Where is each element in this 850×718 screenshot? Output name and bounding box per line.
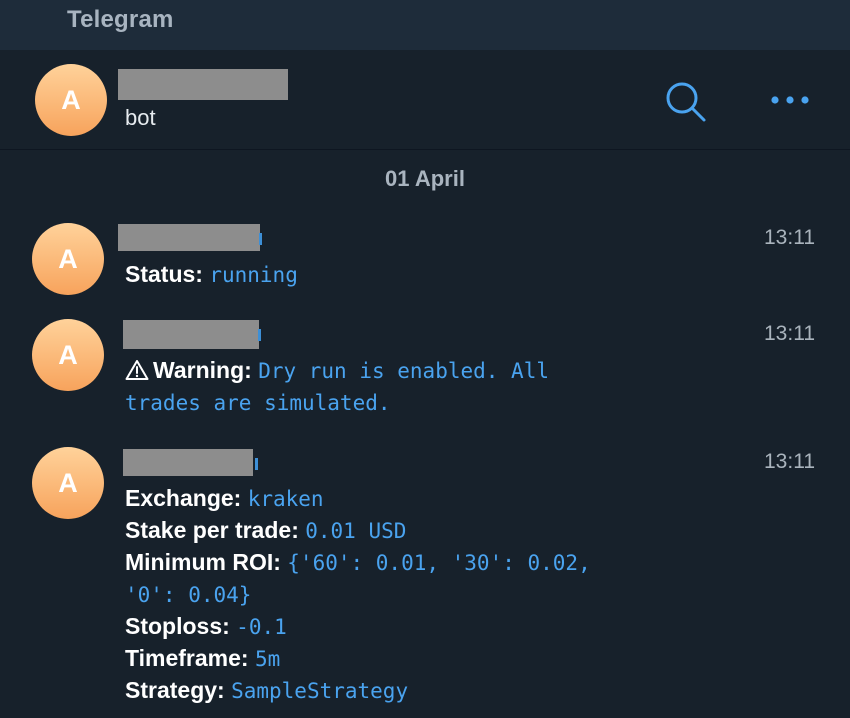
sender-name-tail xyxy=(255,458,258,470)
field-value: trades are simulated. xyxy=(125,391,391,415)
message-line: Warning: Dry run is enabled. All xyxy=(125,357,549,387)
field-label: Exchange: xyxy=(125,485,242,511)
sender-name-redacted[interactable] xyxy=(123,449,253,476)
chat-name-redacted[interactable] xyxy=(118,69,288,100)
field-value: SampleStrategy xyxy=(231,679,409,703)
field-label: Stake per trade: xyxy=(125,517,299,543)
window-titlebar: Telegram xyxy=(0,0,850,50)
app-title: Telegram xyxy=(67,6,174,33)
message-line: '0': 0.04} xyxy=(125,581,251,608)
field-label: Timeframe: xyxy=(125,645,249,671)
warning-icon xyxy=(125,359,149,387)
message-avatar-letter: A xyxy=(58,243,78,274)
field-value: -0.1 xyxy=(236,615,287,639)
message-time: 13:11 xyxy=(764,226,815,249)
field-value: kraken xyxy=(247,487,324,511)
message-line: Strategy: SampleStrategy xyxy=(125,677,408,704)
field-value: running xyxy=(209,263,298,287)
field-value: 5m xyxy=(254,647,281,671)
field-value: Dry run is enabled. All xyxy=(258,359,549,383)
message-line: Stake per trade: 0.01 USD xyxy=(125,517,406,544)
message-line: trades are simulated. xyxy=(125,389,391,416)
field-value: '0': 0.04} xyxy=(125,583,252,607)
sender-name-redacted[interactable] xyxy=(118,224,260,251)
message-time: 13:11 xyxy=(764,450,815,473)
chat-avatar[interactable]: A xyxy=(35,64,107,136)
chat-avatar-letter: A xyxy=(61,84,81,115)
message-line: Minimum ROI: {'60': 0.01, '30': 0.02, xyxy=(125,549,591,576)
message-line: Stoploss: -0.1 xyxy=(125,613,287,640)
field-label: Status: xyxy=(125,261,203,287)
field-label: Warning: xyxy=(153,357,252,383)
message-time: 13:11 xyxy=(764,322,815,345)
chat-header xyxy=(0,50,850,150)
field-label: Stoploss: xyxy=(125,613,230,639)
sender-name-tail xyxy=(258,329,261,341)
sender-name-redacted[interactable] xyxy=(123,320,259,349)
field-label: Strategy: xyxy=(125,677,225,703)
message-avatar[interactable]: A xyxy=(32,447,104,519)
message-avatar[interactable]: A xyxy=(32,319,104,391)
message-line: Status: running xyxy=(125,261,298,288)
field-value: {'60': 0.01, '30': 0.02, xyxy=(287,551,591,575)
message-avatar-letter: A xyxy=(58,339,78,370)
message-line: Exchange: kraken xyxy=(125,485,324,512)
message-avatar-letter: A xyxy=(58,467,78,498)
search-icon[interactable] xyxy=(662,79,708,125)
field-label: Minimum ROI: xyxy=(125,549,281,575)
field-value: 0.01 USD xyxy=(305,519,407,543)
chat-subtitle: bot xyxy=(125,105,156,130)
sender-name-tail xyxy=(259,233,262,245)
message-avatar[interactable]: A xyxy=(32,223,104,295)
more-icon[interactable] xyxy=(768,92,812,108)
message-line: Timeframe: 5m xyxy=(125,645,280,672)
date-separator: 01 April xyxy=(385,166,465,191)
